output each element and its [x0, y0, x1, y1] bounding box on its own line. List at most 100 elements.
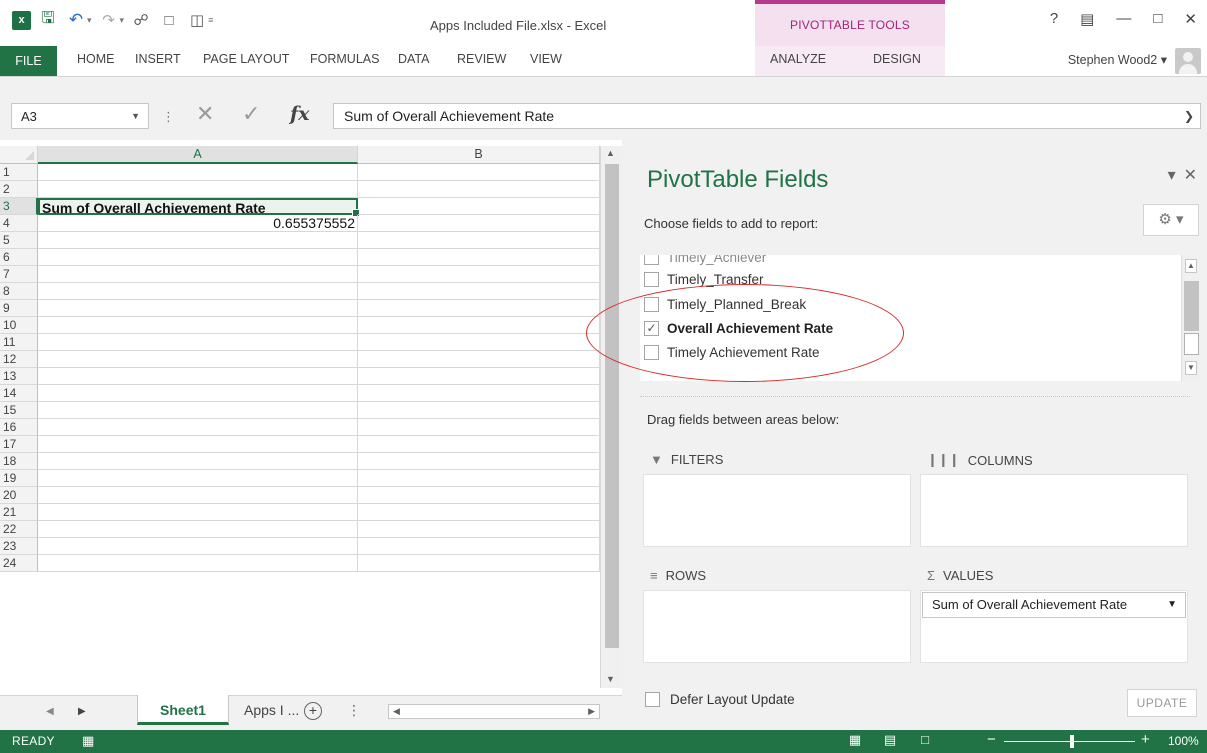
- scroll-up-icon[interactable]: ▲: [1185, 259, 1197, 273]
- row-header[interactable]: 6: [0, 249, 38, 266]
- cell[interactable]: [38, 555, 358, 572]
- cell[interactable]: [358, 300, 600, 317]
- sheet-tab-sheet1[interactable]: Sheet1: [137, 695, 229, 725]
- maximize-icon[interactable]: □: [1153, 10, 1162, 28]
- cell[interactable]: [358, 504, 600, 521]
- cell[interactable]: [38, 385, 358, 402]
- scroll-thumb[interactable]: [1184, 333, 1199, 355]
- column-header-b[interactable]: B: [358, 146, 600, 164]
- row-header[interactable]: 18: [0, 453, 38, 470]
- row-header[interactable]: 4: [0, 215, 38, 232]
- cell[interactable]: [358, 215, 600, 232]
- sheet-next-icon[interactable]: ▶: [78, 706, 86, 717]
- close-icon[interactable]: ✕: [1184, 10, 1197, 28]
- cell[interactable]: [358, 487, 600, 504]
- undo-icon[interactable]: ↶: [65, 10, 87, 30]
- field-item[interactable]: Timely_Achiever: [644, 255, 766, 268]
- field-checkbox[interactable]: [644, 271, 659, 287]
- zoom-level[interactable]: 100%: [1168, 734, 1199, 748]
- cell[interactable]: [38, 487, 358, 504]
- cell[interactable]: [38, 317, 358, 334]
- share-icon[interactable]: ☍: [130, 11, 152, 29]
- cell[interactable]: [38, 368, 358, 385]
- cell[interactable]: [358, 351, 600, 368]
- print-preview-icon[interactable]: ◫: [186, 11, 208, 29]
- tab-home[interactable]: HOME: [77, 52, 115, 66]
- cell[interactable]: [38, 181, 358, 198]
- cell[interactable]: [358, 555, 600, 572]
- undo-dropdown-icon[interactable]: ▾: [87, 15, 92, 26]
- cell[interactable]: [358, 181, 600, 198]
- pane-options-dropdown-icon[interactable]: ▾: [1168, 165, 1176, 185]
- chevron-down-icon[interactable]: ▼: [1167, 593, 1177, 617]
- cell[interactable]: [38, 232, 358, 249]
- help-icon[interactable]: ?: [1050, 10, 1058, 28]
- tab-review[interactable]: REVIEW: [457, 52, 506, 66]
- row-header[interactable]: 10: [0, 317, 38, 334]
- chevron-down-icon[interactable]: ▼: [131, 111, 140, 121]
- row-header[interactable]: 17: [0, 436, 38, 453]
- select-all-corner[interactable]: [0, 146, 38, 164]
- row-header[interactable]: 14: [0, 385, 38, 402]
- cell[interactable]: [358, 266, 600, 283]
- page-layout-view-icon[interactable]: ▤: [880, 732, 900, 748]
- enter-check-icon[interactable]: ✓: [242, 101, 260, 127]
- sheet-prev-icon[interactable]: ◀: [46, 706, 54, 717]
- new-document-icon[interactable]: □: [158, 12, 180, 29]
- cell[interactable]: [358, 317, 600, 334]
- cell[interactable]: [358, 385, 600, 402]
- row-header[interactable]: 5: [0, 232, 38, 249]
- field-item[interactable]: Timely_Transfer: [644, 268, 764, 290]
- values-drop-area[interactable]: Sum of Overall Achievement Rate ▼: [920, 590, 1188, 663]
- tab-analyze[interactable]: ANALYZE: [770, 52, 826, 66]
- tab-file[interactable]: FILE: [0, 46, 57, 76]
- row-header[interactable]: 8: [0, 283, 38, 300]
- row-header[interactable]: 23: [0, 538, 38, 555]
- tab-insert[interactable]: INSERT: [135, 52, 181, 66]
- cell[interactable]: [358, 470, 600, 487]
- cell[interactable]: [358, 334, 600, 351]
- cell[interactable]: [38, 453, 358, 470]
- columns-drop-area[interactable]: [920, 474, 1188, 547]
- page-break-view-icon[interactable]: □: [915, 732, 935, 747]
- add-sheet-icon[interactable]: +: [304, 702, 322, 720]
- row-header[interactable]: 11: [0, 334, 38, 351]
- macro-record-icon[interactable]: ▦: [82, 733, 94, 749]
- tab-page-layout[interactable]: PAGE LAYOUT: [203, 52, 289, 66]
- row-header[interactable]: 21: [0, 504, 38, 521]
- row-header[interactable]: 3: [0, 198, 38, 215]
- cell[interactable]: [38, 283, 358, 300]
- field-checkbox-checked[interactable]: ✓: [644, 320, 659, 336]
- cell[interactable]: [358, 419, 600, 436]
- cell[interactable]: [38, 249, 358, 266]
- cell[interactable]: [358, 249, 600, 266]
- scroll-up-icon[interactable]: ▲: [606, 148, 615, 158]
- row-header[interactable]: 12: [0, 351, 38, 368]
- normal-view-icon[interactable]: ▦: [845, 732, 865, 748]
- cell[interactable]: [38, 164, 358, 181]
- cell[interactable]: [38, 504, 358, 521]
- cell[interactable]: [358, 368, 600, 385]
- value-field-item[interactable]: Sum of Overall Achievement Rate ▼: [922, 592, 1186, 618]
- tab-design[interactable]: DESIGN: [873, 52, 921, 66]
- horizontal-scrollbar[interactable]: ◀ ▶: [388, 704, 600, 719]
- scroll-down-icon[interactable]: ▼: [1185, 361, 1197, 375]
- row-header[interactable]: 24: [0, 555, 38, 572]
- ribbon-display-icon[interactable]: ▤: [1080, 10, 1094, 28]
- insert-function-icon[interactable]: fx: [290, 103, 310, 125]
- cell[interactable]: [38, 470, 358, 487]
- cell[interactable]: [358, 198, 600, 215]
- update-button[interactable]: UPDATE: [1127, 689, 1197, 717]
- tools-gear-button[interactable]: ⚙ ▾: [1143, 204, 1199, 236]
- defer-layout-option[interactable]: Defer Layout Update: [645, 692, 795, 707]
- scroll-thumb[interactable]: [605, 164, 619, 648]
- cell[interactable]: [38, 300, 358, 317]
- save-icon[interactable]: 🖫: [37, 7, 59, 34]
- cell[interactable]: [38, 419, 358, 436]
- cell[interactable]: [358, 283, 600, 300]
- zoom-out-icon[interactable]: −: [987, 731, 996, 748]
- tab-formulas[interactable]: FORMULAS: [310, 52, 379, 66]
- cell[interactable]: [38, 266, 358, 283]
- cell[interactable]: [358, 436, 600, 453]
- cell[interactable]: [358, 538, 600, 555]
